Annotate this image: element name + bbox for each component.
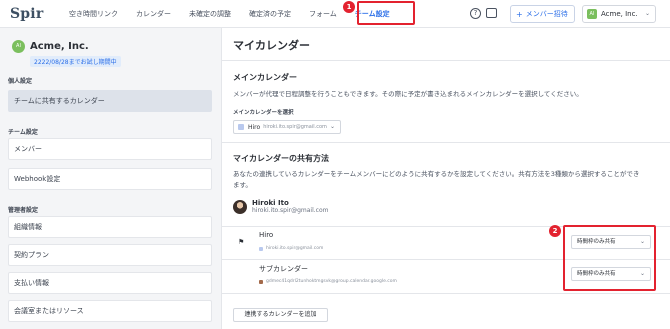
calendar-color-swatch [238,124,244,130]
sidebar-item-payment[interactable]: 支払い情報 [8,272,212,294]
nav-confirmed[interactable]: 確定済の予定 [240,0,300,28]
calendar-row: ⚑ Hiro hiroki.ito.spir@gmail.com 時間枠のみ共有… [222,226,670,256]
sidebar-item-shared-calendars[interactable]: チームに共有するカレンダー [8,90,212,112]
share-option-select[interactable]: 時間枠のみ共有 ⌄ [571,235,651,249]
nav-unconfirmed[interactable]: 未確定の調整 [180,0,240,28]
page-title: マイカレンダー [233,39,310,52]
user-avatar [233,199,247,214]
share-method-heading: マイカレンダーの共有方法 [233,154,329,163]
chevron-down-icon: ⌄ [639,270,645,277]
share-method-desc-1: あなたの連携しているカレンダーをチームメンバーにどのように共有するかを設定してく… [233,170,640,178]
section-personal: 個人設定 [8,78,33,85]
selected-calendar-name: Hiro [248,123,261,131]
share-option-value: 時間枠のみ共有 [577,271,616,277]
settings-sidebar: AI Acme, Inc. 2222/08/28までお試し期間中 個人設定 チー… [0,28,222,329]
user-email: hiroki.ito.spir@gmail.com [252,207,329,214]
org-header: AI Acme, Inc. [12,40,89,53]
chevron-down-icon: ⌄ [639,238,645,245]
account-avatar: AI [587,9,597,19]
share-method-desc-2: ます。 [233,181,252,189]
step-badge-1: 1 [343,1,355,13]
divider [222,60,670,61]
invite-label: メンバー招待 [525,10,568,18]
org-avatar: AI [12,40,25,53]
divider [222,142,670,143]
flag-icon: ⚑ [238,238,245,246]
selected-calendar-email: hiroki.ito.spir@gmail.com [263,124,327,130]
main-calendar-heading: メインカレンダー [233,73,297,82]
invite-member-button[interactable]: + メンバー招待 [510,5,575,23]
chevron-down-icon: ⌄ [644,10,650,17]
calendar-color-swatch [259,246,263,251]
org-name: Acme, Inc. [30,41,89,52]
nav-availability-link[interactable]: 空き時間リンク [60,0,127,28]
sidebar-item-members[interactable]: メンバー [8,138,212,160]
add-calendar-button[interactable]: 連携するカレンダーを追加 [233,308,328,322]
step-badge-2: 2 [549,225,561,237]
section-team: チーム設定 [8,129,38,136]
account-switcher[interactable]: AI Acme, Inc. ⌄ [582,5,656,23]
share-option-value: 時間枠のみ共有 [577,239,616,245]
user-row: Hiroki Ito hiroki.ito.spir@gmail.com [233,199,328,214]
nav-calendar[interactable]: カレンダー [127,0,180,28]
divider [222,293,670,294]
main-calendar-select[interactable]: Hiro hiroki.ito.spir@gmail.com ⌄ [233,120,341,134]
spir-logo[interactable]: Spir [10,6,56,22]
calendar-email-row: hiroki.ito.spir@gmail.com [259,246,323,251]
trial-badge: 2222/08/28までお試し期間中 [30,56,121,67]
calendar-email: gdmec41qdrl2tunhoktmgsvk@group.calendar.… [266,279,397,284]
share-option-select[interactable]: 時間枠のみ共有 ⌄ [571,267,651,281]
chat-icon[interactable] [486,8,497,18]
calendar-color-swatch [259,279,263,284]
calendar-name: サブカレンダー [259,265,308,273]
calendar-email-row: gdmec41qdrl2tunhoktmgsvk@group.calendar.… [259,279,397,284]
chevron-down-icon: ⌄ [329,123,335,130]
person-add-icon: + [516,9,523,19]
main-content: マイカレンダー メインカレンダー メンバーが代理で日程調整を行うこともできます。… [222,28,670,329]
sidebar-item-webhook[interactable]: Webhook設定 [8,168,212,190]
section-admin: 管理者設定 [8,207,39,214]
account-name: Acme, Inc. [601,10,638,18]
sidebar-item-resources[interactable]: 会議室またはリソース [8,300,212,322]
help-icon[interactable]: ? [470,8,481,19]
main-calendar-desc: メンバーが代理で日程調整を行うこともできます。その際に予定が書き込まれるメインカ… [233,90,583,98]
calendar-email: hiroki.ito.spir@gmail.com [266,246,324,251]
calendar-row: サブカレンダー gdmec41qdrl2tunhoktmgsvk@group.c… [222,259,670,289]
sidebar-item-plan[interactable]: 契約プラン [8,244,212,266]
main-calendar-select-label: メインカレンダーを選択 [233,110,294,116]
calendar-name: Hiro [259,231,274,239]
nav-form[interactable]: フォーム [300,0,346,28]
user-name: Hiroki Ito [252,199,289,207]
sidebar-item-org-info[interactable]: 組織情報 [8,216,212,238]
